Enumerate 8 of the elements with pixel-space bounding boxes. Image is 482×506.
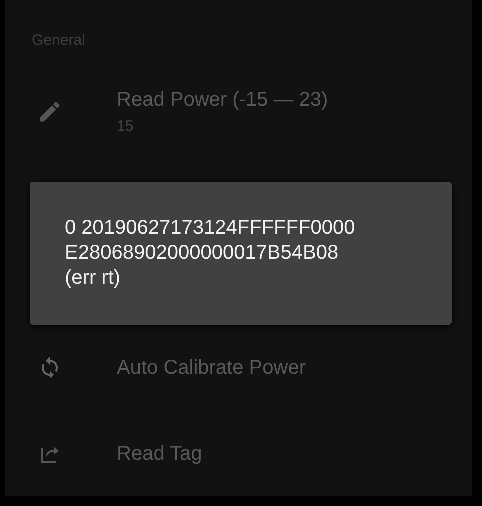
toast-text: 0 20190627173124FFFFFF0000 (65, 216, 356, 241)
settings-item[interactable]: Auto Calibrate Power (5, 325, 472, 411)
item-title: Read Power (-15 — 23) (117, 89, 328, 112)
item-title: Auto Calibrate Power (117, 356, 306, 380)
item-title: Read Tag (117, 442, 202, 466)
settings-item[interactable]: Read Tag (5, 411, 472, 496)
toast-text: (err rt) (65, 266, 122, 291)
toast-text: E28068902000000017B54B08 (65, 241, 340, 266)
